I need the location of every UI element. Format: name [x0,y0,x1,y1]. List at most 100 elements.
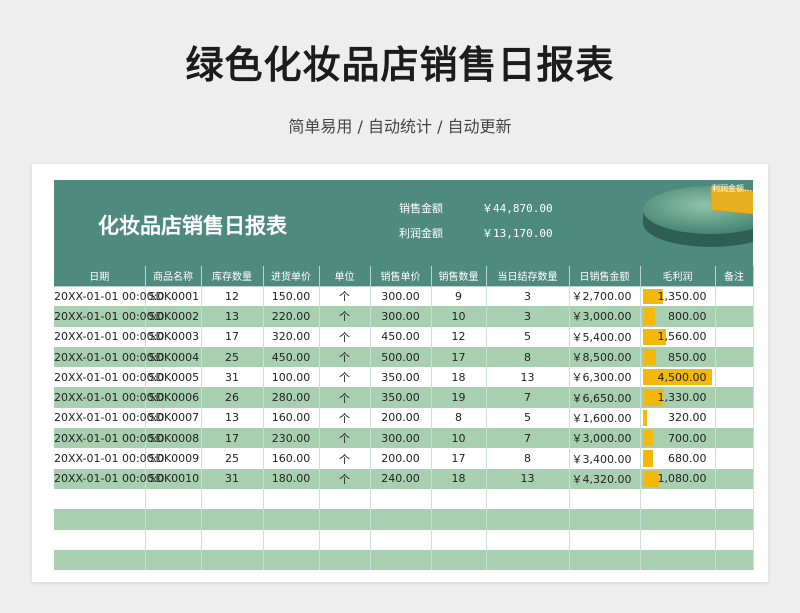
profit-pie-chart[interactable]: 利润金额… [586,180,753,266]
cell-qty[interactable] [431,488,487,510]
cell-price[interactable] [370,549,432,571]
cell-amount[interactable] [569,509,641,530]
cell-qty[interactable]: 10 [431,306,487,327]
cell-qty[interactable]: 19 [431,387,487,408]
cell-cost[interactable]: 180.00 [263,468,320,489]
cell-code[interactable]: SDK0007 [145,407,202,429]
cell-price[interactable] [370,529,432,550]
cell-cost[interactable]: 450.00 [263,346,320,368]
cell-qty[interactable]: 10 [431,428,487,449]
cell-note[interactable] [715,407,754,429]
cell-stock[interactable] [201,529,264,550]
cell-unit[interactable] [319,488,371,510]
cell-date[interactable]: 20XX-01-01 00:00:0 [54,428,164,449]
cell-remain[interactable]: 7 [486,428,570,449]
cell-stock[interactable]: 26 [201,387,264,408]
cell-unit[interactable]: 个 [319,407,371,429]
cell-qty[interactable]: 18 [431,367,487,388]
cell-date[interactable] [54,529,146,550]
cell-qty[interactable] [431,549,487,571]
cell-cost[interactable]: 230.00 [263,428,320,449]
cell-cost[interactable] [263,509,320,530]
cell-cost[interactable]: 150.00 [263,286,320,307]
cell-amount[interactable]: ￥6,650.00 [569,387,641,408]
cell-unit[interactable]: 个 [319,428,371,449]
cell-code[interactable]: SDK0009 [145,448,202,469]
cell-date[interactable]: 20XX-01-01 00:00:0 [54,407,164,429]
cell-price[interactable]: 200.00 [370,448,432,469]
cell-cost[interactable]: 160.00 [263,448,320,469]
column-header[interactable]: 销售数量 [431,266,487,287]
cell-note[interactable] [715,488,754,510]
cell-unit[interactable]: 个 [319,326,371,347]
cell-date[interactable]: 20XX-01-01 00:00:0 [54,306,164,327]
cell-remain[interactable]: 5 [486,326,570,347]
cell-date[interactable]: 20XX-01-01 00:00:0 [54,346,164,368]
cell-note[interactable] [715,346,754,368]
cell-code[interactable]: SDK0004 [145,346,202,368]
cell-profit[interactable]: 1,080.00 [640,468,716,489]
cell-unit[interactable]: 个 [319,468,371,489]
cell-qty[interactable] [431,529,487,550]
cell-stock[interactable] [201,488,264,510]
cell-note[interactable] [715,509,754,530]
cell-profit[interactable] [640,549,716,571]
cell-profit[interactable]: 1,560.00 [640,326,716,347]
cell-date[interactable]: 20XX-01-01 00:00:0 [54,448,164,469]
cell-price[interactable] [370,488,432,510]
cell-code[interactable] [145,509,202,530]
cell-stock[interactable]: 25 [201,448,264,469]
cell-price[interactable]: 300.00 [370,286,432,307]
cell-code[interactable]: SDK0006 [145,387,202,408]
cell-cost[interactable]: 100.00 [263,367,320,388]
cell-amount[interactable]: ￥3,400.00 [569,448,641,469]
cell-remain[interactable]: 7 [486,387,570,408]
cell-stock[interactable]: 17 [201,326,264,347]
cell-note[interactable] [715,529,754,550]
cell-code[interactable]: SDK0005 [145,367,202,388]
cell-profit[interactable]: 850.00 [640,346,716,368]
cell-price[interactable]: 450.00 [370,326,432,347]
cell-price[interactable]: 350.00 [370,367,432,388]
cell-amount[interactable]: ￥5,400.00 [569,326,641,347]
cell-stock[interactable]: 31 [201,468,264,489]
cell-code[interactable]: SDK0002 [145,306,202,327]
cell-profit[interactable] [640,509,716,530]
column-header[interactable]: 单位 [319,266,371,287]
cell-profit[interactable]: 4,500.00 [640,367,716,388]
cell-note[interactable] [715,306,754,327]
cell-unit[interactable]: 个 [319,387,371,408]
cell-unit[interactable]: 个 [319,346,371,368]
cell-code[interactable]: SDK0008 [145,428,202,449]
cell-unit[interactable] [319,529,371,550]
cell-date[interactable]: 20XX-01-01 00:00:0 [54,286,164,307]
cell-cost[interactable]: 160.00 [263,407,320,429]
cell-qty[interactable]: 8 [431,407,487,429]
cell-code[interactable] [145,488,202,510]
cell-amount[interactable] [569,529,641,550]
cell-stock[interactable] [201,509,264,530]
cell-note[interactable] [715,387,754,408]
cell-stock[interactable]: 13 [201,306,264,327]
cell-note[interactable] [715,428,754,449]
cell-remain[interactable]: 8 [486,346,570,368]
cell-amount[interactable]: ￥1,600.00 [569,407,641,429]
cell-remain[interactable]: 8 [486,448,570,469]
cell-profit[interactable] [640,488,716,510]
cell-amount[interactable]: ￥6,300.00 [569,367,641,388]
cell-profit[interactable]: 700.00 [640,428,716,449]
cell-stock[interactable]: 25 [201,346,264,368]
cell-remain[interactable] [486,509,570,530]
cell-qty[interactable]: 12 [431,326,487,347]
cell-cost[interactable] [263,488,320,510]
cell-price[interactable]: 300.00 [370,428,432,449]
cell-date[interactable]: 20XX-01-01 00:00:0 [54,387,164,408]
cell-qty[interactable]: 9 [431,286,487,307]
cell-profit[interactable]: 1,350.00 [640,286,716,307]
cell-price[interactable]: 300.00 [370,306,432,327]
cell-code[interactable] [145,549,202,571]
cell-code[interactable]: SDK0010 [145,468,202,489]
cell-unit[interactable]: 个 [319,286,371,307]
cell-amount[interactable]: ￥3,000.00 [569,428,641,449]
cell-price[interactable]: 350.00 [370,387,432,408]
